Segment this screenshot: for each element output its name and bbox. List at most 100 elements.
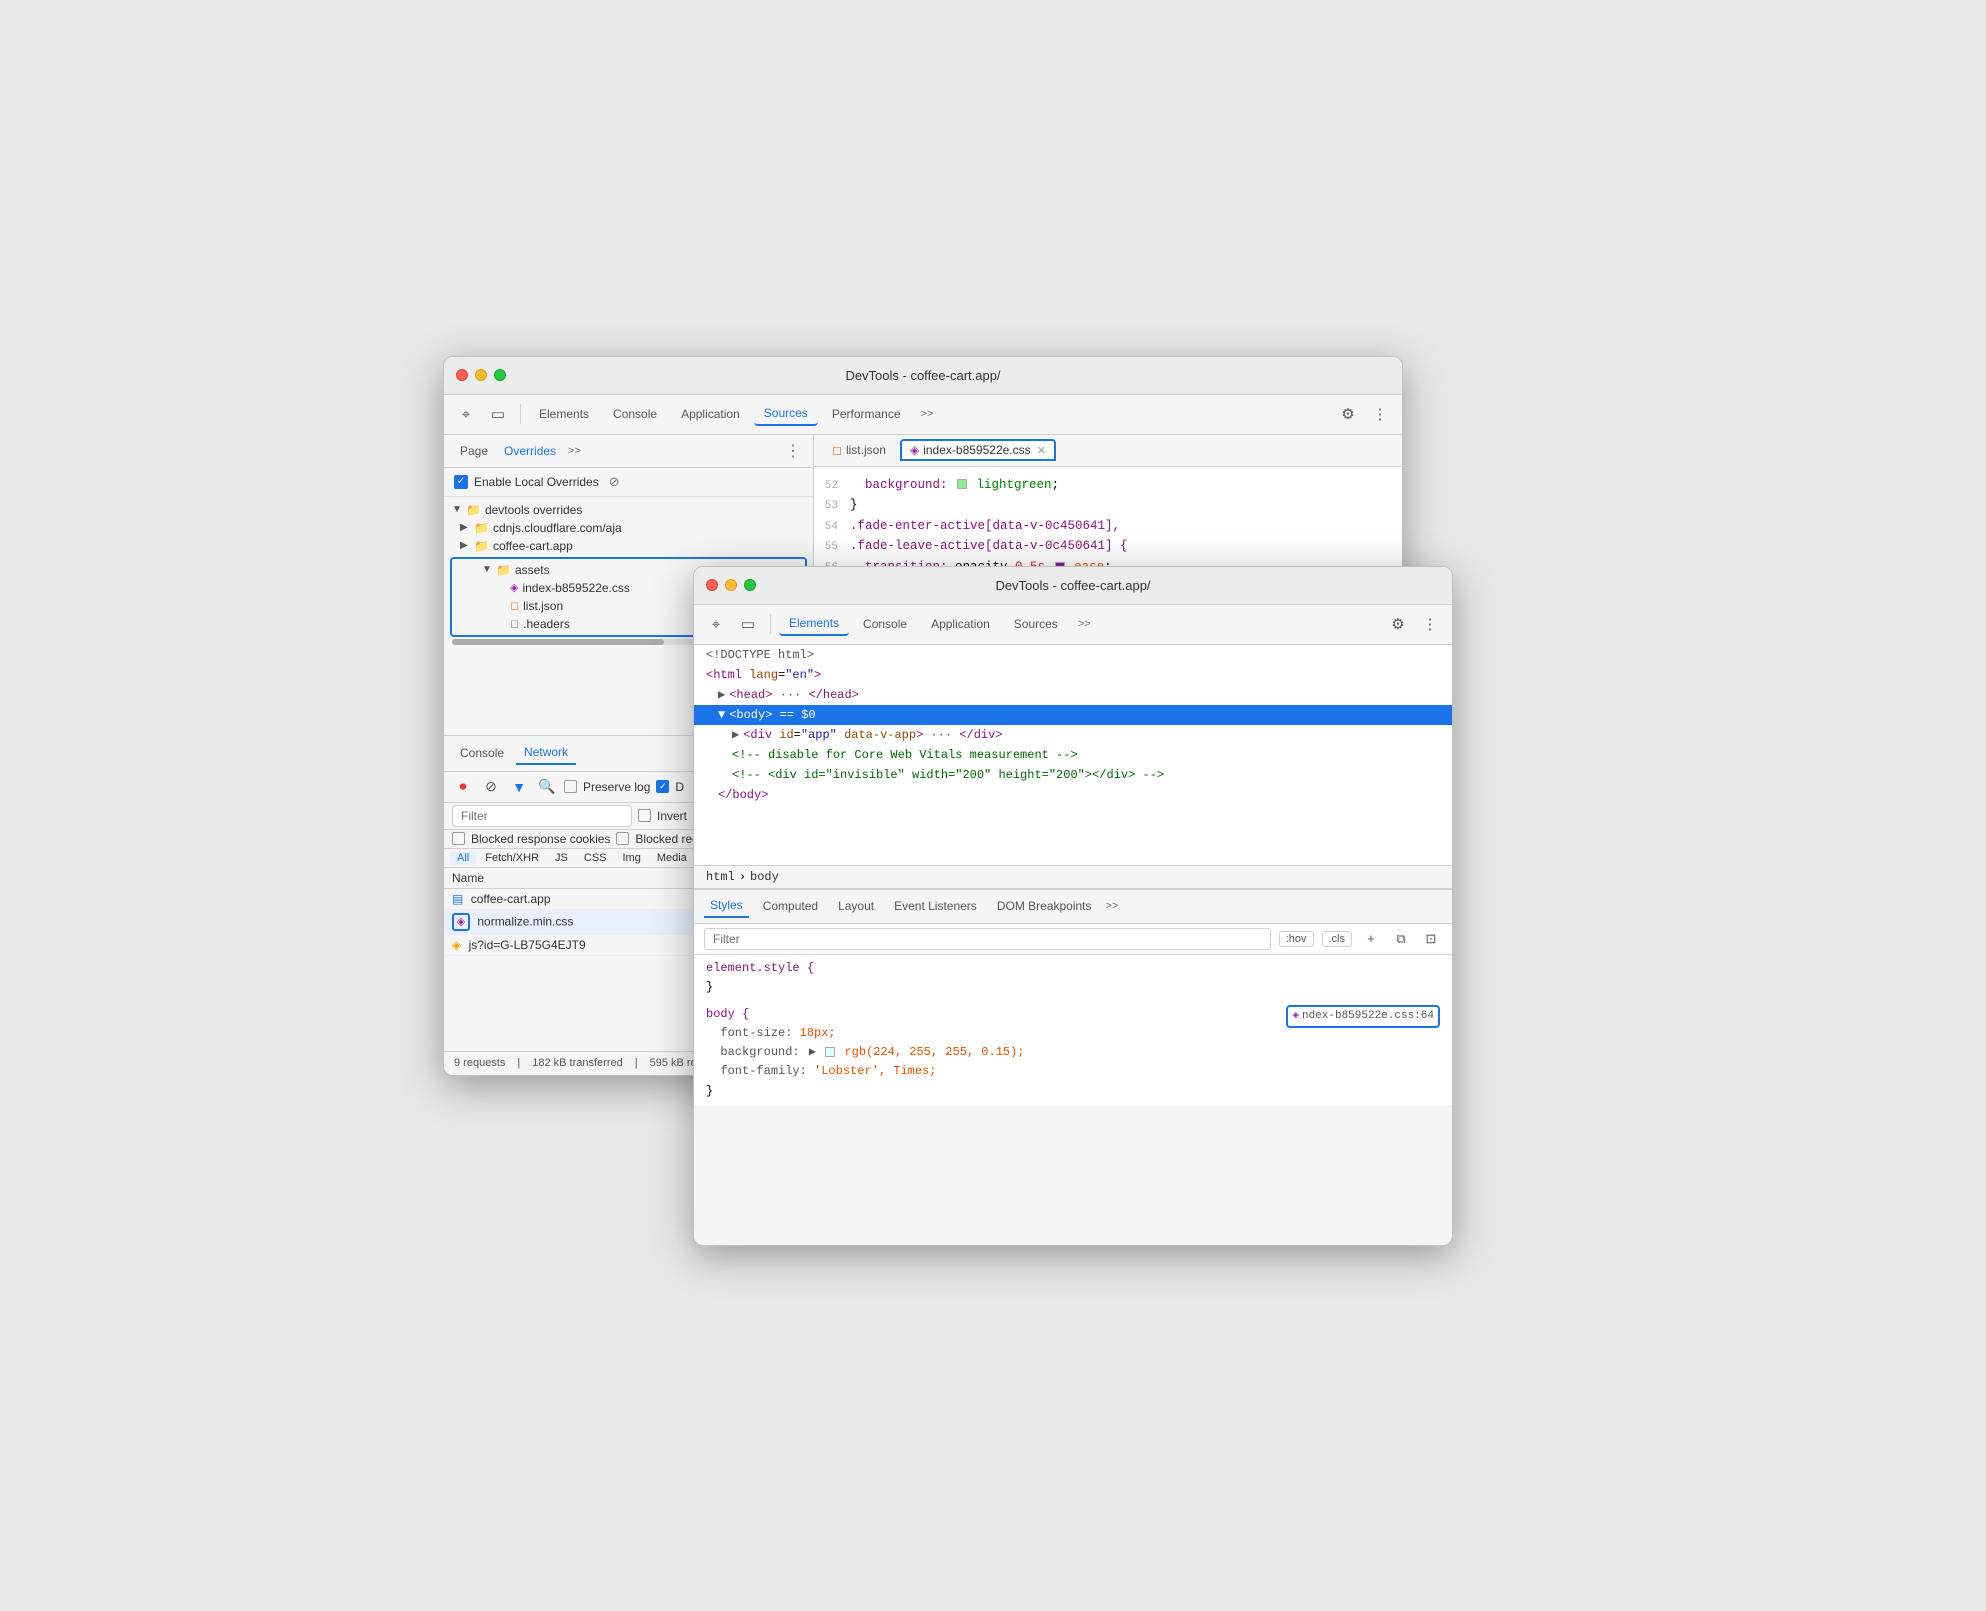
sidebar-kebab[interactable]: ⋮	[785, 441, 801, 461]
enable-overrides-checkbox[interactable]: ✓	[454, 475, 468, 489]
menu-icon-back[interactable]: ⋮	[1366, 400, 1394, 428]
toolbar-separator-1	[520, 404, 521, 424]
line-num-55: 55	[814, 539, 850, 557]
requests-count: 9 requests	[454, 1057, 505, 1069]
style-tab-styles[interactable]: Styles	[704, 894, 749, 918]
comment2: <!-- <div id="invisible" width="200" hei…	[732, 766, 1164, 784]
tab-more-back[interactable]: >>	[915, 406, 940, 422]
css-icon-tab: ◈	[910, 443, 919, 457]
front-tab-sources[interactable]: Sources	[1004, 613, 1068, 635]
filter-all[interactable]: All	[450, 851, 476, 865]
body-dollar: $0	[801, 706, 815, 724]
inspect-icon[interactable]: ⌖	[452, 400, 480, 428]
lower-panel: Styles Computed Layout Event Listeners D…	[694, 889, 1452, 1105]
tree-item-overrides[interactable]: ▼ 📁 devtools overrides	[444, 501, 813, 519]
layout-style-icon[interactable]: ⊡	[1420, 928, 1442, 950]
minimize-button-front[interactable]	[725, 579, 737, 591]
style-tab-computed[interactable]: Computed	[757, 895, 824, 917]
pseudo-hov-button[interactable]: :hov	[1279, 931, 1314, 947]
invert-checkbox[interactable]	[638, 809, 651, 822]
device-icon[interactable]: ▭	[484, 400, 512, 428]
css-link[interactable]: ◈ ndex-b859522e.css:64	[1286, 1005, 1440, 1029]
tab-performance[interactable]: Performance	[822, 403, 911, 425]
tab-more-front[interactable]: >>	[1072, 616, 1097, 632]
tab-sources[interactable]: Sources	[754, 402, 818, 426]
menu-icon-front[interactable]: ⋮	[1416, 610, 1444, 638]
row2-name-text: normalize.min.css	[477, 914, 573, 928]
maximize-button-back[interactable]	[494, 369, 506, 381]
html-line-body-close: </body>	[694, 785, 1452, 805]
style-more[interactable]: >>	[1106, 900, 1119, 912]
bottom-tab-console[interactable]: Console	[452, 742, 512, 764]
filter-fetch[interactable]: Fetch/XHR	[478, 851, 546, 865]
filter-css[interactable]: CSS	[577, 851, 614, 865]
sidebar-tab-overrides[interactable]: Overrides	[500, 442, 560, 460]
front-tab-console[interactable]: Console	[853, 613, 917, 635]
copy-style-icon[interactable]: ⧉	[1390, 928, 1412, 950]
device-icon-front[interactable]: ▭	[734, 610, 762, 638]
color-swatch-lightgreen[interactable]	[957, 479, 967, 489]
blocked-cookies-checkbox[interactable]	[452, 832, 465, 845]
code-tab-json[interactable]: ◻ list.json	[822, 439, 896, 461]
style-tab-layout[interactable]: Layout	[832, 895, 880, 917]
filter-media[interactable]: Media	[650, 851, 694, 865]
d-checkbox[interactable]: ✓	[656, 780, 669, 793]
filter-input[interactable]	[452, 805, 632, 827]
html-close: >	[814, 666, 821, 684]
tree-item-cloudflare[interactable]: ▶ 📁 cdnjs.cloudflare.com/aja	[444, 519, 813, 537]
html-line-doctype: <!DOCTYPE html>	[694, 645, 1452, 665]
front-tab-elements[interactable]: Elements	[779, 612, 849, 636]
style-filter-input[interactable]	[704, 928, 1271, 950]
font-size-val: 18px;	[800, 1026, 836, 1040]
code-tabs: ◻ list.json ◈ index-b859522e.css ✕	[814, 435, 1402, 467]
tab-close-css[interactable]: ✕	[1037, 444, 1046, 457]
inspect-icon-front[interactable]: ⌖	[702, 610, 730, 638]
front-tab-application[interactable]: Application	[921, 613, 1000, 635]
breadcrumb-body[interactable]: body	[750, 870, 779, 884]
filter-img[interactable]: Img	[616, 851, 648, 865]
line-num-53: 53	[814, 498, 850, 516]
sidebar-tab-page[interactable]: Page	[456, 442, 492, 460]
html-line-div-app[interactable]: ▶ <div id="app" data-v-app > ··· </div>	[694, 725, 1452, 745]
style-tab-dom-breakpoints[interactable]: DOM Breakpoints	[991, 895, 1098, 917]
tab-console[interactable]: Console	[603, 403, 667, 425]
code-tab-css[interactable]: ◈ index-b859522e.css ✕	[900, 439, 1056, 461]
cls-button[interactable]: .cls	[1322, 931, 1353, 947]
css-link-box[interactable]: ◈ ndex-b859522e.css:64	[1286, 1005, 1440, 1029]
tab-elements[interactable]: Elements	[529, 403, 599, 425]
clear-icon[interactable]: ⊘	[480, 776, 502, 798]
filter-js[interactable]: JS	[548, 851, 575, 865]
file-icon-headers: ◻	[510, 617, 519, 630]
filter-icon[interactable]: ▼	[508, 776, 530, 798]
style-tabs: Styles Computed Layout Event Listeners D…	[694, 890, 1452, 924]
settings-icon[interactable]: ⚙	[1334, 400, 1362, 428]
bg-triangle[interactable]: ▶	[809, 1045, 816, 1059]
maximize-button-front[interactable]	[744, 579, 756, 591]
preserve-log-checkbox[interactable]	[564, 780, 577, 793]
front-top-toolbar: ⌖ ▭ Elements Console Application Sources…	[694, 605, 1452, 645]
blocked-reqs-checkbox[interactable]	[616, 832, 629, 845]
html-line-body[interactable]: ▼ <body> == $0	[694, 705, 1452, 725]
html-line-head[interactable]: ▶ <head> ··· </head>	[694, 685, 1452, 705]
html-line-comment1: <!-- disable for Core Web Vitals measure…	[694, 745, 1452, 765]
search-icon[interactable]: 🔍	[536, 776, 558, 798]
back-title-bar: DevTools - coffee-cart.app/	[444, 357, 1402, 395]
tree-item-coffee-cart[interactable]: ▶ 📁 coffee-cart.app	[444, 537, 813, 555]
close-button-front[interactable]	[706, 579, 718, 591]
bottom-tab-network[interactable]: Network	[516, 741, 576, 765]
line-num-52: 52	[814, 478, 850, 496]
close-button-back[interactable]	[456, 369, 468, 381]
settings-icon-front[interactable]: ⚙	[1384, 610, 1412, 638]
sidebar-more[interactable]: >>	[568, 445, 581, 457]
style-tab-event-listeners[interactable]: Event Listeners	[888, 895, 983, 917]
minimize-button-back[interactable]	[475, 369, 487, 381]
separator-1: |	[517, 1057, 520, 1069]
file-icon-json: ◻	[510, 599, 519, 612]
sidebar-scrollbar-thumb	[452, 639, 664, 645]
tab-application[interactable]: Application	[671, 403, 750, 425]
back-window-title: DevTools - coffee-cart.app/	[845, 368, 1000, 383]
breadcrumb-html[interactable]: html	[706, 870, 735, 884]
add-style-icon[interactable]: +	[1360, 928, 1382, 950]
color-swatch-bg[interactable]	[825, 1047, 835, 1057]
record-icon[interactable]: ⏺	[452, 776, 474, 798]
